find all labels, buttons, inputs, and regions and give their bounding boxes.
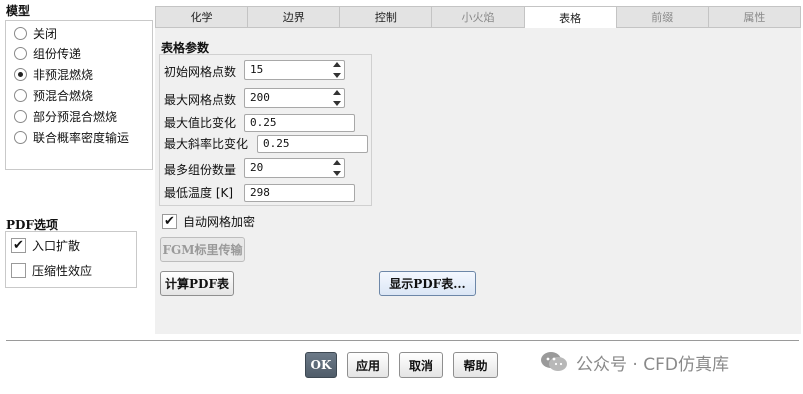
tab-bar: 化学 边界 控制 小火焰 表格 前缀 属性 [155, 6, 801, 29]
radio-label: 组份传递 [33, 46, 82, 61]
arrow-up-icon[interactable] [333, 160, 341, 165]
checkbox-label: 入口扩散 [32, 238, 81, 253]
radio-icon [14, 26, 27, 40]
radio-icon [14, 109, 27, 123]
initial-grid-points-label: 初始网格点数 [164, 65, 237, 79]
model-option-non-premixed[interactable]: 非预混燃烧 [14, 64, 93, 84]
spinner-arrows[interactable] [332, 90, 342, 106]
wechat-icon [541, 352, 567, 371]
apply-button[interactable]: 应用 [347, 352, 389, 378]
inlet-diffusion-checkbox[interactable]: ✔ 入口扩散 [11, 235, 80, 255]
tab-properties[interactable]: 属性 [707, 6, 801, 28]
initial-grid-points-spinner[interactable]: 15 [244, 60, 345, 80]
min-temperature-field[interactable]: 298 [244, 184, 355, 202]
dialog: 模型 关闭 组份传递 非预混燃烧 预混合燃烧 部分预混合燃烧 联合概率密度输运 … [0, 0, 803, 394]
watermark-text: 公众号 · CFD仿真库 [576, 354, 729, 375]
tab-chemistry[interactable]: 化学 [155, 6, 248, 28]
checkmark-icon: ✔ [11, 237, 26, 253]
tab-premix[interactable]: 前缀 [615, 6, 708, 28]
tab-table[interactable]: 表格 [523, 6, 616, 29]
max-value-ratio-label: 最大值比变化 [164, 116, 237, 130]
spinner-value: 15 [250, 63, 264, 76]
radio-icon [14, 88, 27, 102]
auto-grid-refinement-checkbox[interactable]: ✔ 自动网格加密 [162, 211, 255, 231]
spinner-arrows[interactable] [332, 160, 342, 176]
max-species-spinner[interactable]: 20 [244, 158, 345, 178]
show-pdf-table-button[interactable]: 显示PDF表... [379, 271, 476, 296]
spinner-value: 20 [250, 161, 264, 174]
checkbox-label: 压缩性效应 [32, 263, 93, 278]
radio-label: 非预混燃烧 [33, 67, 94, 82]
radio-selected-icon [14, 67, 27, 81]
ok-button[interactable]: OK [305, 352, 337, 378]
max-grid-points-spinner[interactable]: 200 [244, 88, 345, 108]
spinner-value: 200 [250, 91, 270, 104]
spinner-arrows[interactable] [332, 62, 342, 78]
checkbox-label: 自动网格加密 [183, 214, 256, 229]
radio-label: 部分预混合燃烧 [33, 109, 118, 124]
arrow-up-icon[interactable] [333, 62, 341, 67]
model-option-partially-premixed[interactable]: 部分预混合燃烧 [14, 106, 117, 126]
tab-flamelet[interactable]: 小火焰 [431, 6, 524, 28]
checkbox-empty-icon [11, 262, 26, 278]
model-option-premixed[interactable]: 预混合燃烧 [14, 85, 93, 105]
tab-boundary[interactable]: 边界 [247, 6, 340, 28]
radio-label: 预混合燃烧 [33, 88, 94, 103]
cancel-button[interactable]: 取消 [399, 352, 443, 378]
max-species-label: 最多组份数量 [164, 163, 237, 177]
max-slope-ratio-label: 最大斜率比变化 [164, 137, 249, 151]
checkmark-icon: ✔ [162, 213, 177, 229]
footer-divider [6, 340, 799, 341]
arrow-up-icon[interactable] [333, 90, 341, 95]
model-group-title: 模型 [6, 4, 31, 18]
max-value-ratio-field[interactable]: 0.25 [244, 114, 355, 132]
model-option-composition-pdf[interactable]: 联合概率密度输运 [14, 127, 129, 147]
compute-pdf-table-button[interactable]: 计算PDF表 [160, 271, 234, 296]
model-option-species-transport[interactable]: 组份传递 [14, 43, 81, 63]
radio-label: 联合概率密度输运 [33, 130, 130, 145]
radio-label: 关闭 [33, 26, 58, 41]
min-temperature-label: 最低温度 [K] [164, 186, 234, 200]
fgm-transport-button[interactable]: FGM标里传输 [160, 237, 245, 262]
radio-icon [14, 46, 27, 60]
tab-control[interactable]: 控制 [339, 6, 432, 28]
model-option-off[interactable]: 关闭 [14, 23, 57, 43]
radio-icon [14, 130, 27, 144]
max-slope-ratio-field[interactable]: 0.25 [257, 135, 368, 153]
max-grid-points-label: 最大网格点数 [164, 93, 237, 107]
watermark: 公众号 · CFD仿真库 [540, 348, 729, 376]
help-button[interactable]: 帮助 [453, 352, 498, 378]
arrow-down-icon[interactable] [333, 73, 341, 78]
compressibility-checkbox[interactable]: 压缩性效应 [11, 260, 92, 280]
arrow-down-icon[interactable] [333, 171, 341, 176]
arrow-down-icon[interactable] [333, 101, 341, 106]
